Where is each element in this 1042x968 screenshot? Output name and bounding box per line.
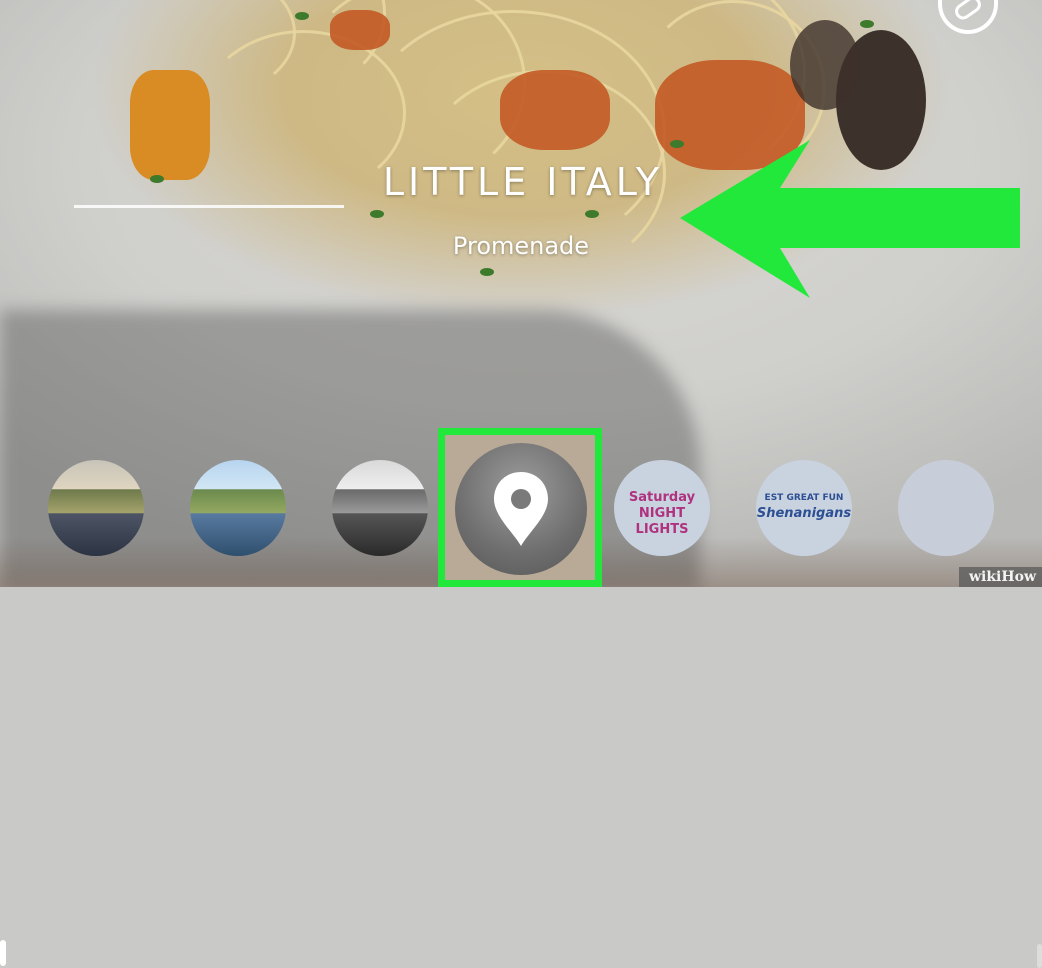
landscape-warm-filter[interactable]: [48, 460, 144, 556]
arrow-shape: [680, 140, 1020, 298]
watermark: wikiHow: [958, 567, 1042, 587]
herb: [370, 210, 384, 218]
herb: [860, 20, 874, 28]
sticker-filter-a[interactable]: Saturday NIGHT LIGHTS: [614, 460, 710, 556]
sticker-line: Saturday: [628, 490, 696, 505]
tomato-piece: [330, 10, 390, 50]
landscape-vivid-filter[interactable]: [190, 460, 286, 556]
sticker-line: NIGHT LIGHTS: [635, 506, 689, 537]
sticker-filter-b[interactable]: EST GREAT FUN Shenanigans: [756, 460, 852, 556]
herb: [585, 210, 599, 218]
sticker-text: EST GREAT FUN Shenanigans: [756, 490, 852, 522]
herb: [480, 268, 494, 276]
sticker-line: EST GREAT FUN: [764, 493, 844, 503]
landscape-mono-filter[interactable]: [332, 460, 428, 556]
blank-filter[interactable]: [898, 460, 994, 556]
geofilter-highlight-box: [438, 428, 602, 587]
herb: [295, 12, 309, 20]
link-icon: [951, 0, 985, 23]
filter-partial-left[interactable]: [0, 940, 6, 966]
tomato-piece: [500, 70, 610, 150]
olive: [790, 20, 860, 110]
annotation-arrow: [680, 140, 1020, 298]
sticker-text: Saturday NIGHT LIGHTS: [614, 490, 710, 538]
filter-partial-right[interactable]: [1037, 944, 1042, 968]
sticker-line: Shenanigans: [756, 506, 852, 521]
geofilter-underline: [74, 205, 344, 208]
